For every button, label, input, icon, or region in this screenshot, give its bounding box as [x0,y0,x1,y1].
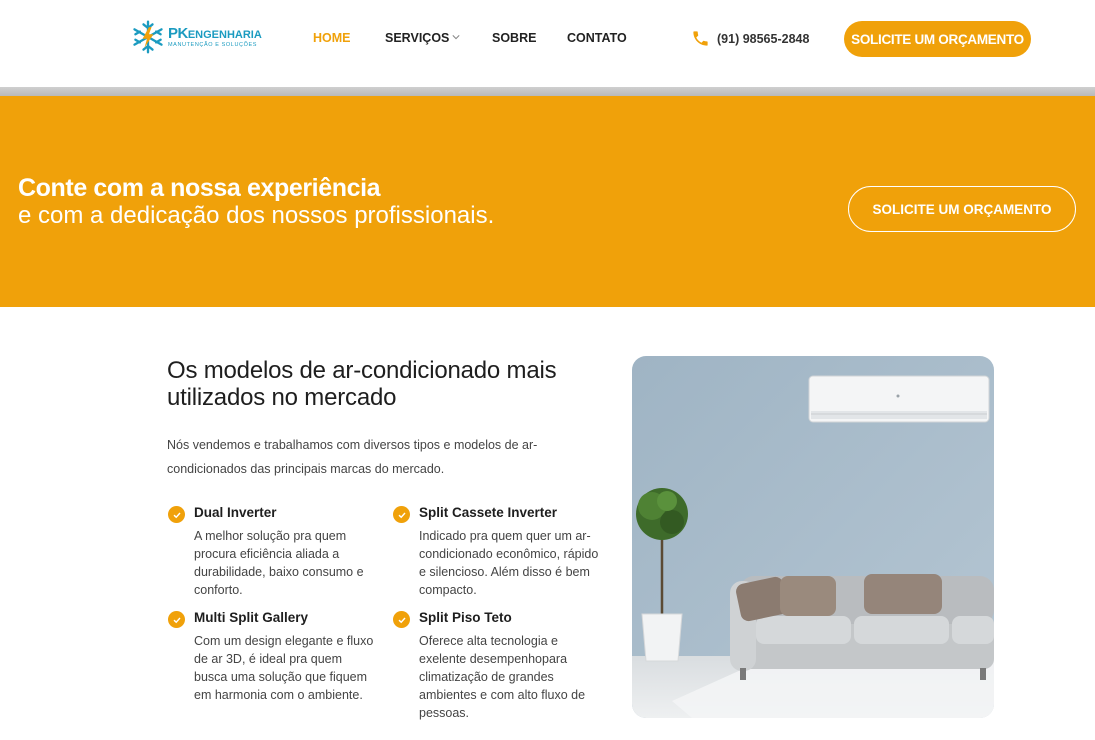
phone-number: (91) 98565-2848 [717,31,810,46]
nav-sobre[interactable]: SOBRE [492,31,536,45]
air-conditioner-room-image [632,356,994,718]
feature-title: Multi Split Gallery [194,610,309,625]
banner-quote-button[interactable]: SOLICITE UM ORÇAMENTO [848,186,1076,232]
snowflake-lightning-icon [133,20,163,54]
phone-icon [693,31,708,46]
feature-desc: Oferece alta tecnologia e exelente desem… [419,634,586,720]
site-header: PKENGENHARIA MANUTENÇÃO E SOLUÇÕES HOME … [0,0,1095,87]
logo[interactable]: PKENGENHARIA MANUTENÇÃO E SOLUÇÕES [130,18,262,56]
banner-title: Conte com a nossa experiência [18,174,381,202]
check-circle-icon [168,506,185,523]
feature-desc: A melhor solução pra quem procura eficiê… [194,529,364,597]
feature-title: Split Piso Teto [419,610,512,625]
check-circle-icon [168,611,185,628]
feature-title: Split Cassete Inverter [419,505,558,520]
chevron-down-icon [452,35,460,40]
hero-banner: Conte com a nossa experiência e com a de… [0,96,1095,307]
nav-servicos-label: SERVIÇOS [385,31,450,45]
logo-mark: PK [168,24,188,42]
section-intro: Nós vendemos e trabalhamos com diversos … [167,438,538,476]
feature-title: Dual Inverter [194,505,277,520]
check-circle-icon [393,611,410,628]
nav-servicos[interactable]: SERVIÇOS [385,31,460,45]
banner-subtitle: e com a dedicação dos nossos profissiona… [18,202,495,229]
living-room-photo [632,356,994,718]
nav-home[interactable]: HOME [313,31,351,45]
check-circle-icon [393,506,410,523]
nav-contato[interactable]: CONTATO [567,31,627,45]
section-title: Os modelos de ar-condicionado mais utili… [167,357,557,411]
logo-tagline: MANUTENÇÃO E SOLUÇÕES [168,41,258,48]
request-quote-button[interactable]: SOLICITE UM ORÇAMENTO [844,21,1031,57]
header-divider [0,87,1095,96]
logo-engenharia: ENGENHARIA [187,28,262,41]
phone-contact[interactable]: (91) 98565-2848 [691,29,809,48]
feature-desc: Indicado pra quem quer um ar-condicionad… [419,529,599,597]
feature-desc: Com um design elegante e fluxo de ar 3D,… [194,634,374,702]
